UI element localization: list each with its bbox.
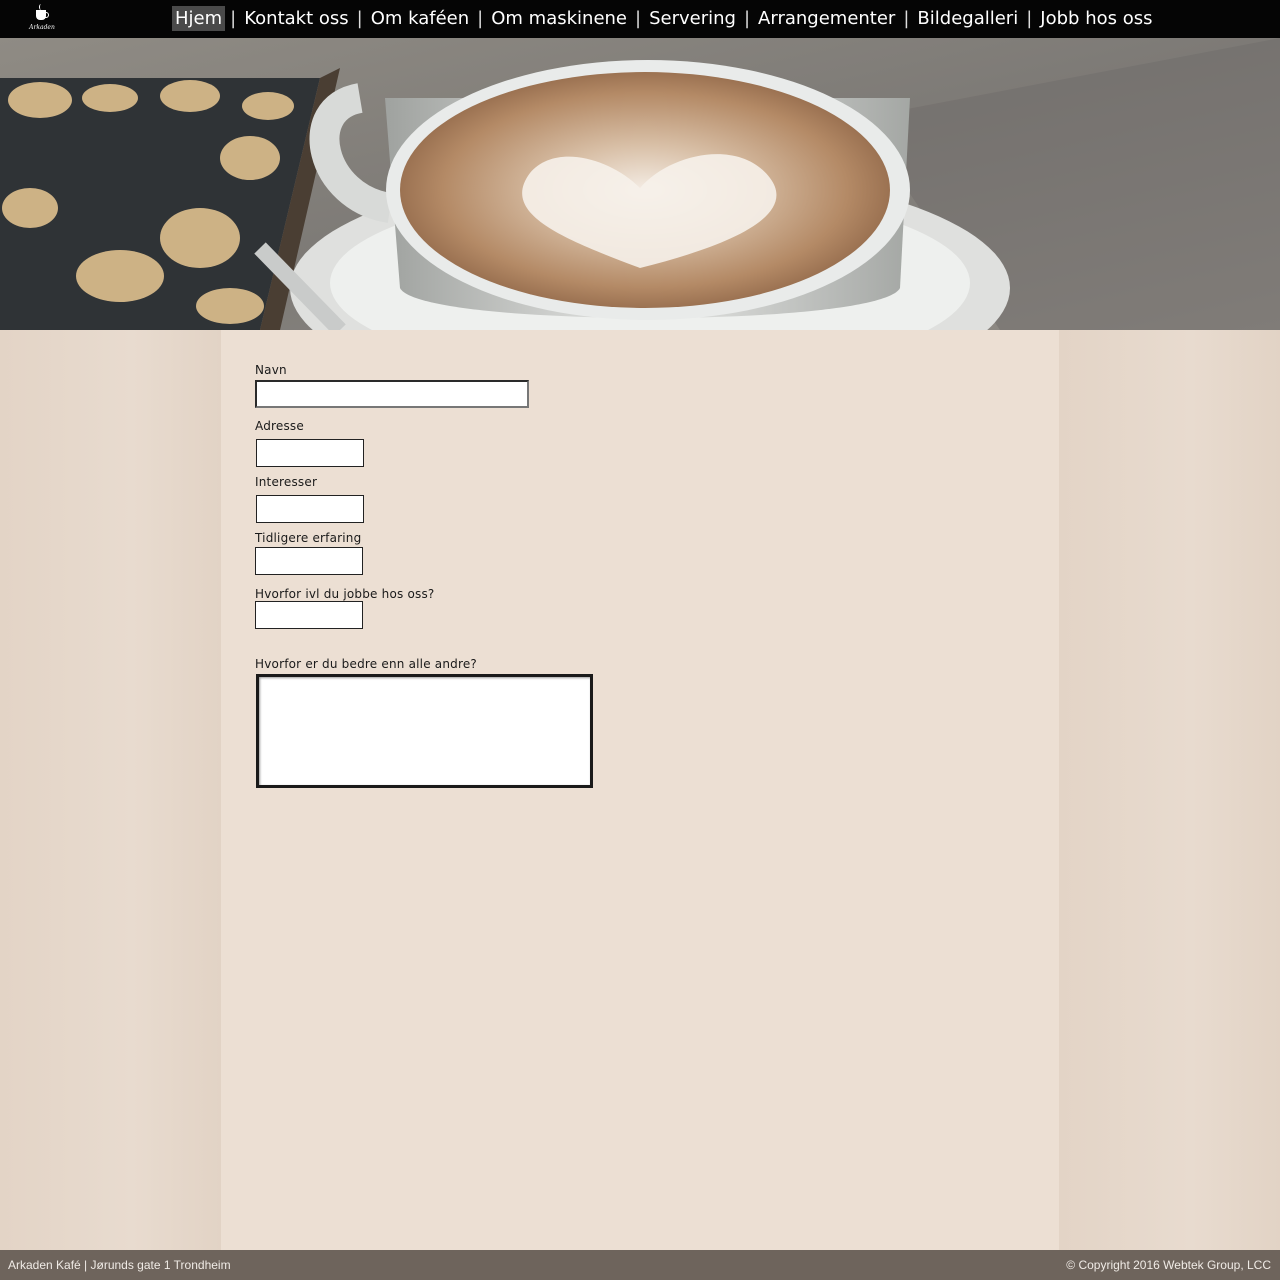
interests-label: Interesser [255, 475, 318, 489]
nav-item-arrangementer[interactable]: Arrangementer [755, 6, 898, 31]
address-input[interactable] [256, 439, 364, 467]
why-work-here-input[interactable] [255, 601, 363, 629]
background-left-band [0, 330, 221, 1250]
nav-separator: | [230, 8, 237, 29]
logo-text: Arkaden [29, 24, 55, 31]
nav-item-servering[interactable]: Servering [646, 6, 739, 31]
nav-item-om-maskinene[interactable]: Om maskinene [488, 6, 630, 31]
footer-copyright: © Copyright 2016 Webtek Group, LCC [1066, 1258, 1271, 1272]
content-panel [221, 330, 1059, 1250]
coffee-cup-photo [0, 38, 1280, 330]
nav-separator: | [635, 8, 642, 29]
experience-label: Tidligere erfaring [255, 531, 362, 545]
nav-item-bildegalleri[interactable]: Bildegalleri [914, 6, 1021, 31]
footer-address: Arkaden Kafé | Jørunds gate 1 Trondheim [8, 1258, 231, 1272]
why-work-here-label: Hvorfor ivl du jobbe hos oss? [255, 587, 435, 601]
background-right-band [1059, 330, 1280, 1250]
nav-separator: | [1026, 8, 1033, 29]
experience-input[interactable] [255, 547, 363, 575]
nav-separator: | [903, 8, 910, 29]
cup-handle-icon [45, 12, 49, 18]
name-input[interactable] [255, 380, 529, 408]
main-nav: Hjem | Kontakt oss | Om kaféen | Om mask… [172, 5, 1155, 32]
nav-item-hjem[interactable]: Hjem [172, 6, 226, 31]
interests-input[interactable] [256, 495, 364, 523]
why-better-textarea[interactable] [256, 674, 593, 788]
nav-separator: | [356, 8, 363, 29]
nav-separator: | [477, 8, 484, 29]
address-label: Adresse [255, 419, 304, 433]
top-navigation-bar: Arkaden Hjem | Kontakt oss | Om kaféen |… [0, 0, 1280, 38]
nav-item-jobb-hos-oss[interactable]: Jobb hos oss [1037, 6, 1155, 31]
nav-item-kontakt-oss[interactable]: Kontakt oss [241, 6, 351, 31]
why-better-label: Hvorfor er du bedre enn alle andre? [255, 657, 477, 671]
nav-item-om-kafeen[interactable]: Om kaféen [368, 6, 472, 31]
name-label: Navn [255, 363, 287, 377]
logo[interactable]: Arkaden [26, 4, 58, 34]
nav-separator: | [743, 8, 751, 29]
hero-image [0, 38, 1280, 330]
footer: Arkaden Kafé | Jørunds gate 1 Trondheim … [0, 1250, 1280, 1280]
